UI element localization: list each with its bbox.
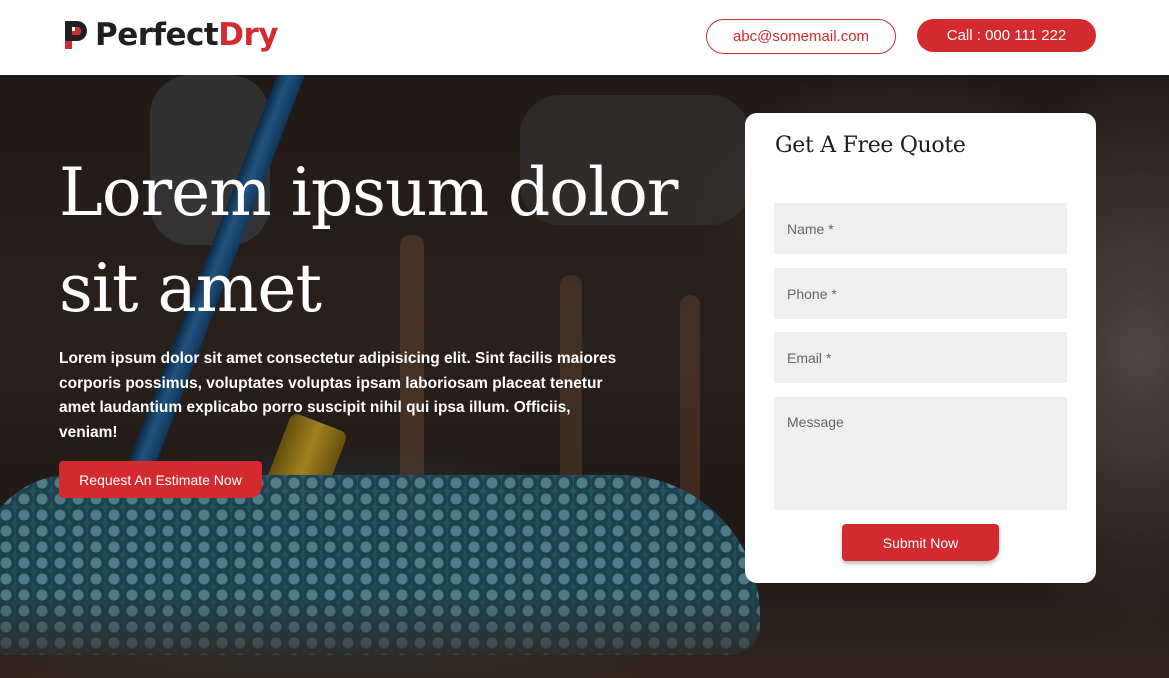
email-link[interactable]: abc@somemail.com — [706, 19, 896, 54]
brand-name: PerfectDry — [95, 16, 278, 54]
brand-name-part2: Dry — [218, 17, 278, 53]
brand-logo[interactable]: PerfectDry — [63, 16, 278, 54]
quote-form-title: Get A Free Quote — [775, 133, 966, 158]
hero-title: Lorem ipsum dolor sit amet — [59, 154, 678, 327]
pd-logo-icon — [65, 21, 87, 49]
brand-name-part1: Perfect — [95, 17, 219, 53]
call-button[interactable]: Call : 000 111 222 — [917, 19, 1096, 52]
phone-input[interactable] — [774, 268, 1067, 319]
hero-description: Lorem ipsum dolor sit amet consectetur a… — [59, 350, 617, 441]
quote-form-card: Get A Free Quote Submit Now — [745, 113, 1096, 583]
email-input[interactable] — [774, 332, 1067, 383]
name-input[interactable] — [774, 203, 1067, 254]
submit-button[interactable]: Submit Now — [842, 524, 999, 561]
message-textarea[interactable] — [774, 397, 1067, 510]
site-header: PerfectDry abc@somemail.com Call : 000 1… — [0, 0, 1169, 75]
hero-section: Lorem ipsum dolor sit amet Lorem ipsum d… — [0, 75, 1169, 678]
request-estimate-button[interactable]: Request An Estimate Now — [59, 461, 262, 498]
